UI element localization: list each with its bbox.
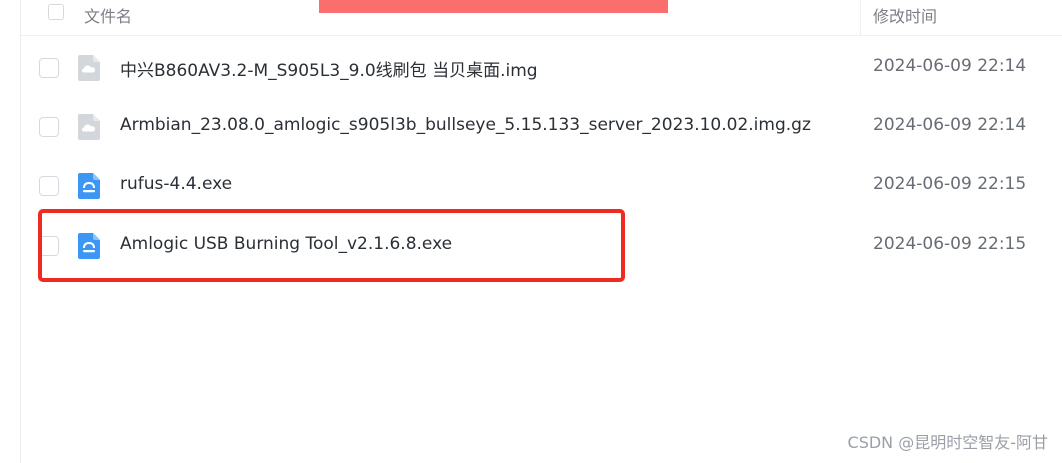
file-name[interactable]: Armbian_23.08.0_amlogic_s905l3b_bullseye… xyxy=(120,115,811,135)
file-modified-time: 2024-06-09 22:14 xyxy=(873,56,1027,76)
file-row[interactable]: 中兴B860AV3.2-M_S905L3_9.0线刷包 当贝桌面.img 202… xyxy=(21,37,1062,97)
file-modified-time: 2024-06-09 22:15 xyxy=(873,234,1027,254)
column-divider xyxy=(860,0,861,35)
file-modified-time: 2024-06-09 22:14 xyxy=(873,115,1027,135)
exe-file-icon xyxy=(78,173,100,199)
file-name[interactable]: 中兴B860AV3.2-M_S905L3_9.0线刷包 当贝桌面.img xyxy=(120,56,538,81)
row-checkbox[interactable] xyxy=(39,117,59,137)
file-modified-time: 2024-06-09 22:15 xyxy=(873,174,1027,194)
annotation-highlight-box xyxy=(38,209,625,282)
cloud-file-icon xyxy=(78,114,100,140)
cloud-file-icon xyxy=(78,55,100,81)
csdn-watermark: CSDN @昆明时空智友-阿甘 xyxy=(847,433,1048,452)
select-all-checkbox[interactable] xyxy=(48,4,64,20)
notification-toast xyxy=(319,0,668,13)
column-header-name[interactable]: 文件名 xyxy=(84,3,132,27)
column-header-modified-time[interactable]: 修改时间 xyxy=(873,3,937,27)
file-row[interactable]: Armbian_23.08.0_amlogic_s905l3b_bullseye… xyxy=(21,96,1062,156)
row-checkbox[interactable] xyxy=(39,176,59,196)
file-name[interactable]: rufus-4.4.exe xyxy=(120,174,232,194)
file-row[interactable]: rufus-4.4.exe 2024-06-09 22:15 xyxy=(21,155,1062,215)
row-checkbox[interactable] xyxy=(39,58,59,78)
